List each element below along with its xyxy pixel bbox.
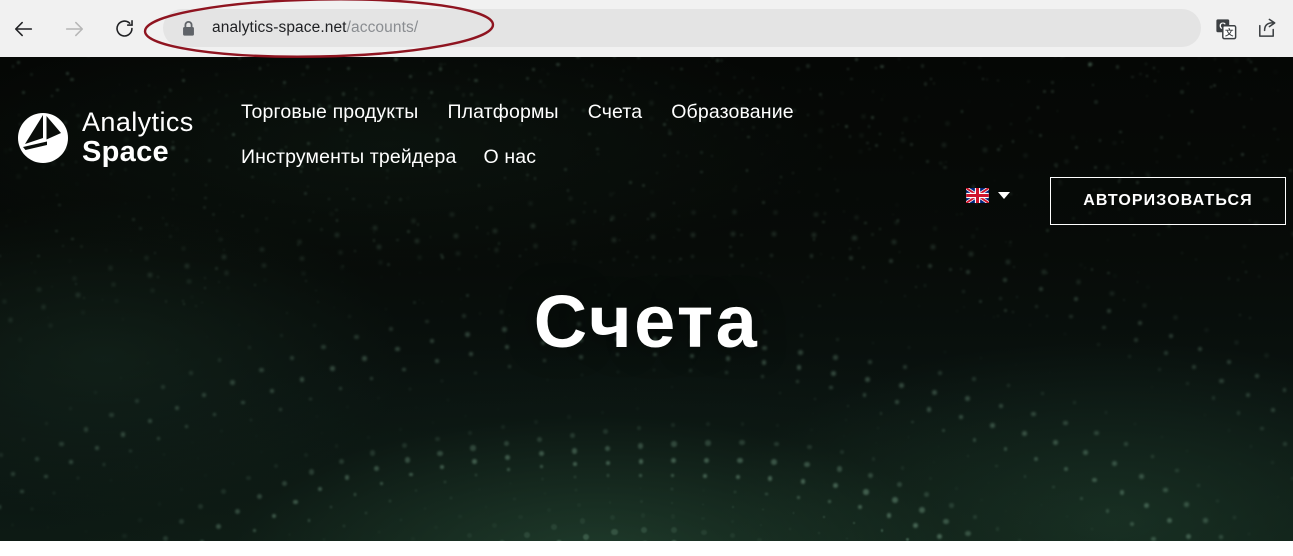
google-translate-icon[interactable]: G 文: [1213, 16, 1239, 42]
site-logo[interactable]: Analytics Space: [17, 109, 194, 167]
address-bar[interactable]: analytics-space.net/accounts/: [163, 9, 1201, 47]
arrow-left-icon: [13, 18, 35, 40]
browser-toolbar: analytics-space.net/accounts/ G 文: [0, 0, 1293, 57]
nav-row-primary: Торговые продукты Платформы Счета Образо…: [241, 101, 981, 124]
share-glyph: [1255, 17, 1278, 40]
nav-item-trading-products[interactable]: Торговые продукты: [241, 101, 418, 124]
forward-button: [54, 9, 94, 49]
main-navigation: Торговые продукты Платформы Счета Образо…: [241, 101, 981, 169]
logo-line-1: Analytics: [82, 109, 194, 136]
share-icon[interactable]: [1253, 16, 1279, 42]
web-page: Счета Analytics Space Торговые продукты …: [0, 57, 1293, 541]
reload-button[interactable]: [104, 9, 144, 49]
nav-item-trader-tools[interactable]: Инструменты трейдера: [241, 146, 456, 169]
url-text: analytics-space.net/accounts/: [212, 19, 418, 37]
nav-item-accounts[interactable]: Счета: [588, 101, 643, 124]
nav-item-platforms[interactable]: Платформы: [447, 101, 558, 124]
translate-glyph: G 文: [1215, 18, 1237, 40]
svg-text:文: 文: [1225, 27, 1234, 37]
page-bottom-white-strip: [0, 541, 1293, 556]
site-header: Analytics Space Торговые продукты Платфо…: [0, 57, 1293, 182]
logo-line-2: Space: [82, 138, 194, 167]
chevron-down-icon: [998, 192, 1010, 199]
nav-item-about-us[interactable]: О нас: [483, 146, 536, 169]
url-domain: analytics-space.net: [212, 19, 347, 36]
login-button[interactable]: АВТОРИЗОВАТЬСЯ: [1050, 177, 1286, 225]
lock-icon: [181, 20, 196, 37]
url-path: /accounts/: [347, 19, 419, 36]
page-title: Счета: [0, 285, 1293, 359]
nav-row-secondary: Инструменты трейдера О нас: [241, 146, 981, 169]
language-selector[interactable]: [966, 188, 1010, 203]
analytics-space-circle-logo-icon: [17, 112, 69, 164]
uk-flag-icon: [966, 188, 989, 203]
nav-item-education[interactable]: Образование: [671, 101, 794, 124]
site-logo-text: Analytics Space: [82, 109, 194, 167]
screenshot-root: Счета Analytics Space Торговые продукты …: [0, 0, 1293, 556]
browser-toolbar-right: G 文: [1213, 0, 1285, 57]
reload-icon: [114, 18, 135, 39]
back-button[interactable]: [4, 9, 44, 49]
arrow-right-icon: [63, 18, 85, 40]
